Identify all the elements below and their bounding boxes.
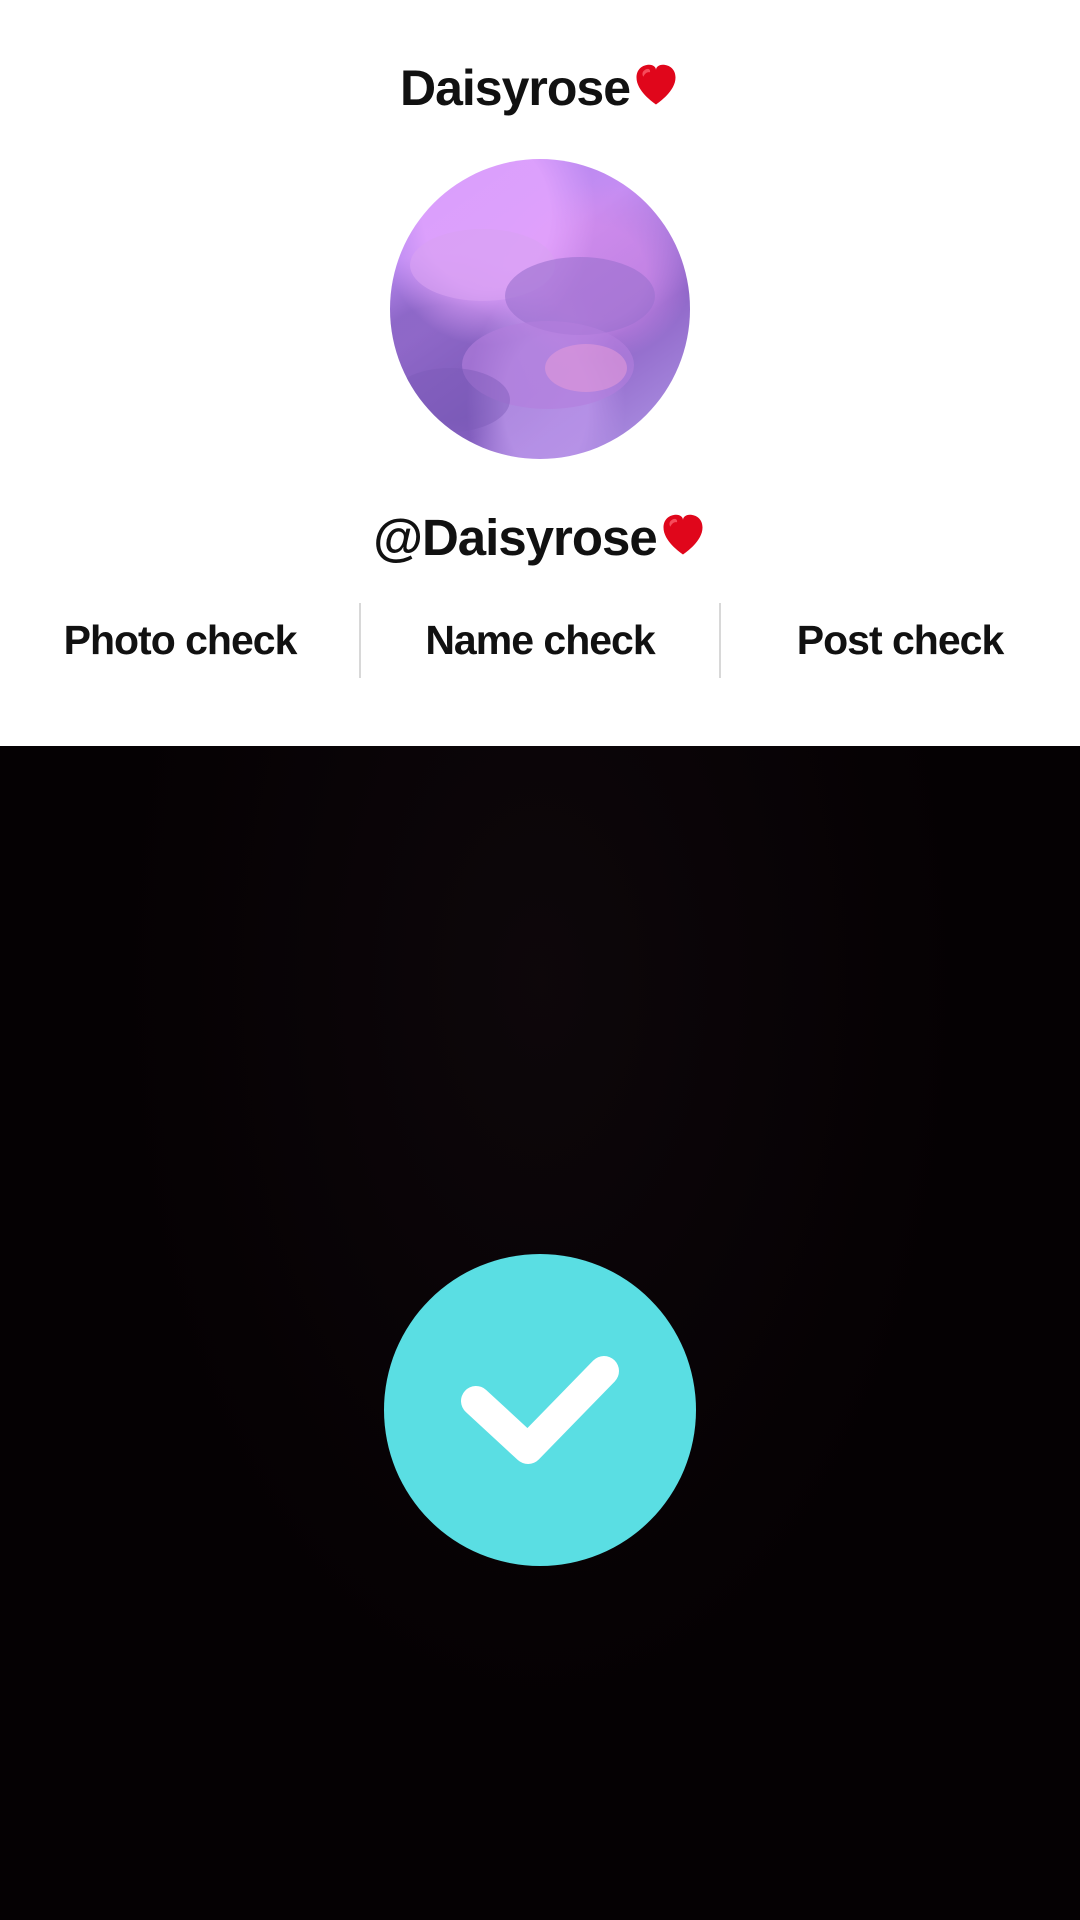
profile-check-screen: Daisyrose @Daisyrose Photo check Name ch… — [0, 0, 1080, 1920]
display-name-text: Daisyrose — [399, 60, 631, 116]
profile-check-tabs: Photo check Name check Post check — [0, 603, 1080, 678]
profile-display-name: Daisyrose — [0, 56, 1080, 120]
post-check-tab[interactable]: Post check — [720, 603, 1080, 678]
photo-check-tab[interactable]: Photo check — [0, 603, 360, 678]
success-badge — [384, 1254, 696, 1566]
tab-divider — [359, 603, 361, 678]
username-text: @Daisyrose — [373, 509, 658, 566]
heart-icon — [636, 64, 676, 105]
name-check-tab[interactable]: Name check — [360, 603, 720, 678]
tab-divider — [719, 603, 721, 678]
avatar-cloud — [390, 368, 510, 432]
profile-avatar — [390, 159, 690, 459]
profile-check-panel: Daisyrose @Daisyrose Photo check Name ch… — [0, 0, 1080, 746]
checkmark-icon — [461, 1356, 619, 1464]
avatar-cloud — [545, 344, 627, 392]
heart-icon — [663, 514, 703, 555]
profile-username: @Daisyrose — [0, 505, 1080, 571]
